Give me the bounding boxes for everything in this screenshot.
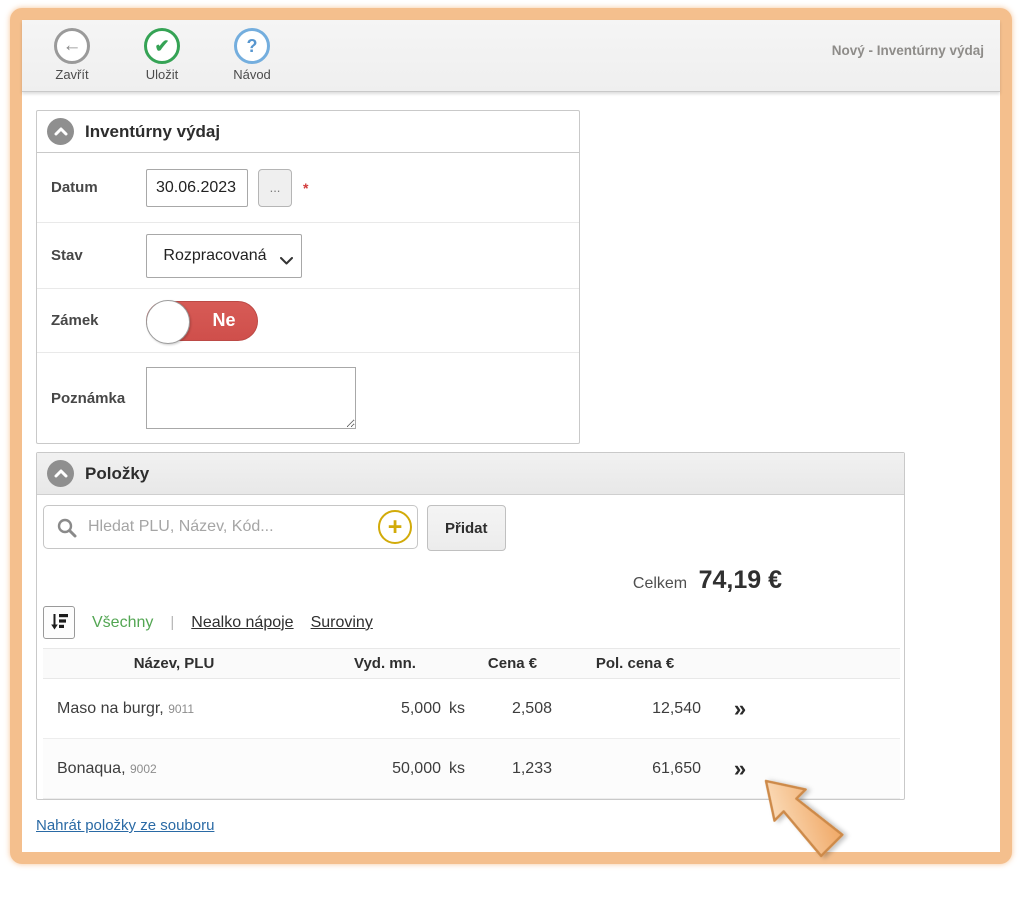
row-spacer [770,679,900,739]
datum-label: Datum [51,179,146,196]
items-panel: Položky + Přidat Celkem 74,19 € [36,452,905,800]
total-value: 74,19 € [699,566,782,594]
item-qty: 5,000 [401,700,441,717]
item-price: 1,233 [465,739,560,799]
save-button[interactable]: ✔ Uložit [130,28,194,82]
window-title: Nový - Inventúrny výdaj [832,43,984,58]
header-cena: Cena € [465,649,560,679]
sort-button[interactable] [43,606,75,639]
close-button-label: Zavřít [55,67,88,82]
item-qty-cell: 5,000 ks [305,679,465,739]
item-plu: 9011 [168,702,194,716]
toggle-state-label: Ne [191,302,257,340]
header-nazev-plu: Název, PLU [43,649,305,679]
header-actions [710,649,770,679]
toggle-knob [146,300,190,344]
save-button-label: Uložit [146,67,179,82]
close-button[interactable]: ← Zavřít [40,28,104,82]
lock-toggle[interactable]: Ne [146,301,258,341]
poznamka-label: Poznámka [51,390,146,407]
toolbar: ← Zavřít ✔ Uložit ? Návod Nový - Inventú… [22,20,1000,92]
back-arrow-icon: ← [54,28,90,64]
header-vyd-mn: Vyd. mn. [305,649,465,679]
field-row-stav: Stav Rozpracovaná [37,223,579,289]
item-name-cell: Maso na burgr, 9011 [43,679,305,739]
app-window: ← Zavřít ✔ Uložit ? Návod Nový - Inventú… [10,8,1012,864]
table-row[interactable]: Bonaqua, 9002 50,000 ks 1,233 61,650 » [43,739,900,799]
item-unit: ks [449,760,465,777]
form-panel: Inventúrny výdaj Datum ... * Stav Rozpra… [36,110,580,444]
zamek-label: Zámek [51,312,146,329]
question-circle-icon: ? [234,28,270,64]
item-price: 2,508 [465,679,560,739]
add-item-button[interactable]: Přidat [427,505,506,551]
item-unit: ks [449,700,465,717]
item-qty-cell: 50,000 ks [305,739,465,799]
item-name-cell: Bonaqua, 9002 [43,739,305,799]
filter-nealko-napoje[interactable]: Nealko nápoje [191,614,293,632]
item-plu: 9002 [130,762,157,776]
expand-row-button[interactable]: » [710,679,770,739]
field-row-zamek: Zámek Ne [37,289,579,353]
required-marker: * [303,180,308,196]
item-search-box: + [43,505,418,549]
table-row[interactable]: Maso na burgr, 9011 5,000 ks 2,508 12,540… [43,679,900,739]
chevron-up-icon [54,124,68,139]
form-panel-title: Inventúrny výdaj [85,122,220,142]
item-total: 61,650 [560,739,710,799]
form-panel-header: Inventúrny výdaj [37,111,579,153]
sort-descending-icon [50,612,69,634]
help-button-label: Návod [233,67,271,82]
header-pol-cena: Pol. cena € [560,649,710,679]
datum-input[interactable] [146,169,248,207]
item-total: 12,540 [560,679,710,739]
filter-all[interactable]: Všechny [92,614,153,632]
check-circle-icon: ✔ [144,28,180,64]
date-picker-button[interactable]: ... [258,169,292,207]
help-button[interactable]: ? Návod [220,28,284,82]
collapse-form-button[interactable] [47,118,74,145]
filter-suroviny[interactable]: Suroviny [311,614,373,632]
items-panel-title: Položky [85,464,149,484]
collapse-items-button[interactable] [47,460,74,487]
search-icon [56,517,78,544]
plus-circle-icon[interactable]: + [378,510,412,544]
items-panel-header: Položky [37,453,904,495]
items-table: Název, PLU Vyd. mn. Cena € Pol. cena € [43,648,900,799]
item-name: Bonaqua, [57,760,126,777]
category-filter-bar: Všechny | Nealko nápoje Suroviny [43,606,898,639]
double-chevron-right-icon: » [734,696,746,721]
status-select[interactable]: Rozpracovaná [146,234,302,278]
item-name: Maso na burgr, [57,700,164,717]
chevron-up-icon [54,466,68,481]
filter-separator: | [170,614,174,631]
item-search-input[interactable] [88,507,376,547]
row-spacer [770,739,900,799]
note-textarea[interactable] [146,367,356,429]
item-qty: 50,000 [392,760,441,777]
total-row: Celkem 74,19 € [43,566,898,600]
table-header-row: Název, PLU Vyd. mn. Cena € Pol. cena € [43,649,900,679]
field-row-datum: Datum ... * [37,153,579,223]
field-row-poznamka: Poznámka [37,353,579,443]
total-label: Celkem [633,575,687,592]
upload-items-link[interactable]: Nahrát položky ze souboru [36,817,214,834]
header-spacer [770,649,900,679]
stav-label: Stav [51,247,146,264]
double-chevron-right-icon: » [734,756,746,781]
expand-row-button[interactable]: » [710,739,770,799]
